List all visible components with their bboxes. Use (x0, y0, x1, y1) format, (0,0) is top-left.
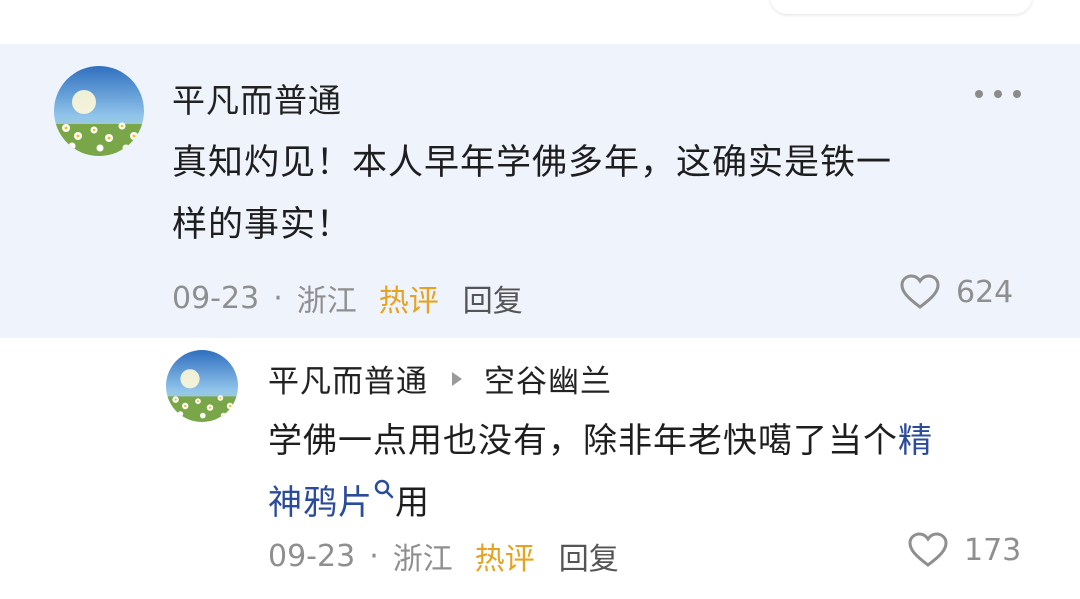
more-icon[interactable] (975, 84, 1021, 104)
reply-location: 浙江 (392, 542, 453, 577)
top-pill (770, 0, 1032, 14)
reply-to-user[interactable]: 空谷幽兰 (484, 356, 612, 401)
avatar[interactable] (54, 66, 144, 156)
like-count: 173 (964, 532, 1022, 568)
like-button[interactable]: 624 (900, 274, 1013, 310)
more-dot (975, 90, 983, 98)
comment-date: 09-23 (172, 280, 260, 316)
comment-meta: 09-23 · 浙江 热评 回复 (172, 276, 523, 320)
reply-button[interactable]: 回复 (463, 276, 523, 320)
reply-text: 学佛一点用也没有，除非年老快噶了当个精 神鸦片用 (268, 410, 933, 534)
meta-separator: · (273, 280, 283, 316)
reply-author[interactable]: 平凡而普通 (268, 356, 428, 401)
reply-text-line: 神鸦片用 (268, 472, 933, 534)
comment-text: 真知灼见！本人早年学佛多年，这确实是铁一 样的事实！ (172, 132, 892, 256)
like-count: 624 (956, 274, 1014, 310)
reply-meta: 09-23 · 浙江 热评 回复 (268, 534, 619, 578)
like-button[interactable]: 173 (908, 532, 1021, 568)
avatar[interactable] (166, 350, 238, 422)
reply-text-prefix: 学佛一点用也没有，除非年老快噶了当个 (268, 421, 898, 461)
avatar-image (54, 66, 144, 156)
meta-separator: · (369, 538, 379, 574)
reply-date: 09-23 (268, 538, 356, 574)
heart-icon (900, 274, 940, 309)
reply-text-suffix: 用 (395, 483, 430, 523)
comment-text-line: 样的事实！ (172, 205, 353, 245)
keyword-link[interactable]: 神鸦片 (268, 483, 373, 523)
reply-header: 平凡而普通 空谷幽兰 (268, 356, 612, 401)
more-dot (1013, 90, 1021, 98)
keyword-link[interactable]: 精 (898, 421, 933, 461)
heart-icon (908, 532, 948, 567)
comment-location: 浙江 (296, 284, 357, 319)
triangle-right-icon (452, 371, 462, 386)
comment-author[interactable]: 平凡而普通 (172, 74, 342, 122)
hot-badge: 热评 (474, 542, 535, 577)
avatar-image (166, 350, 238, 422)
comment-text-line: 真知灼见！本人早年学佛多年，这确实是铁一 (172, 143, 893, 183)
top-strip (0, 0, 1080, 44)
more-dot (994, 90, 1002, 98)
hot-badge: 热评 (378, 284, 439, 319)
reply-text-line: 学佛一点用也没有，除非年老快噶了当个精 (268, 410, 933, 472)
reply-button[interactable]: 回复 (559, 534, 619, 578)
search-icon[interactable] (373, 478, 395, 500)
